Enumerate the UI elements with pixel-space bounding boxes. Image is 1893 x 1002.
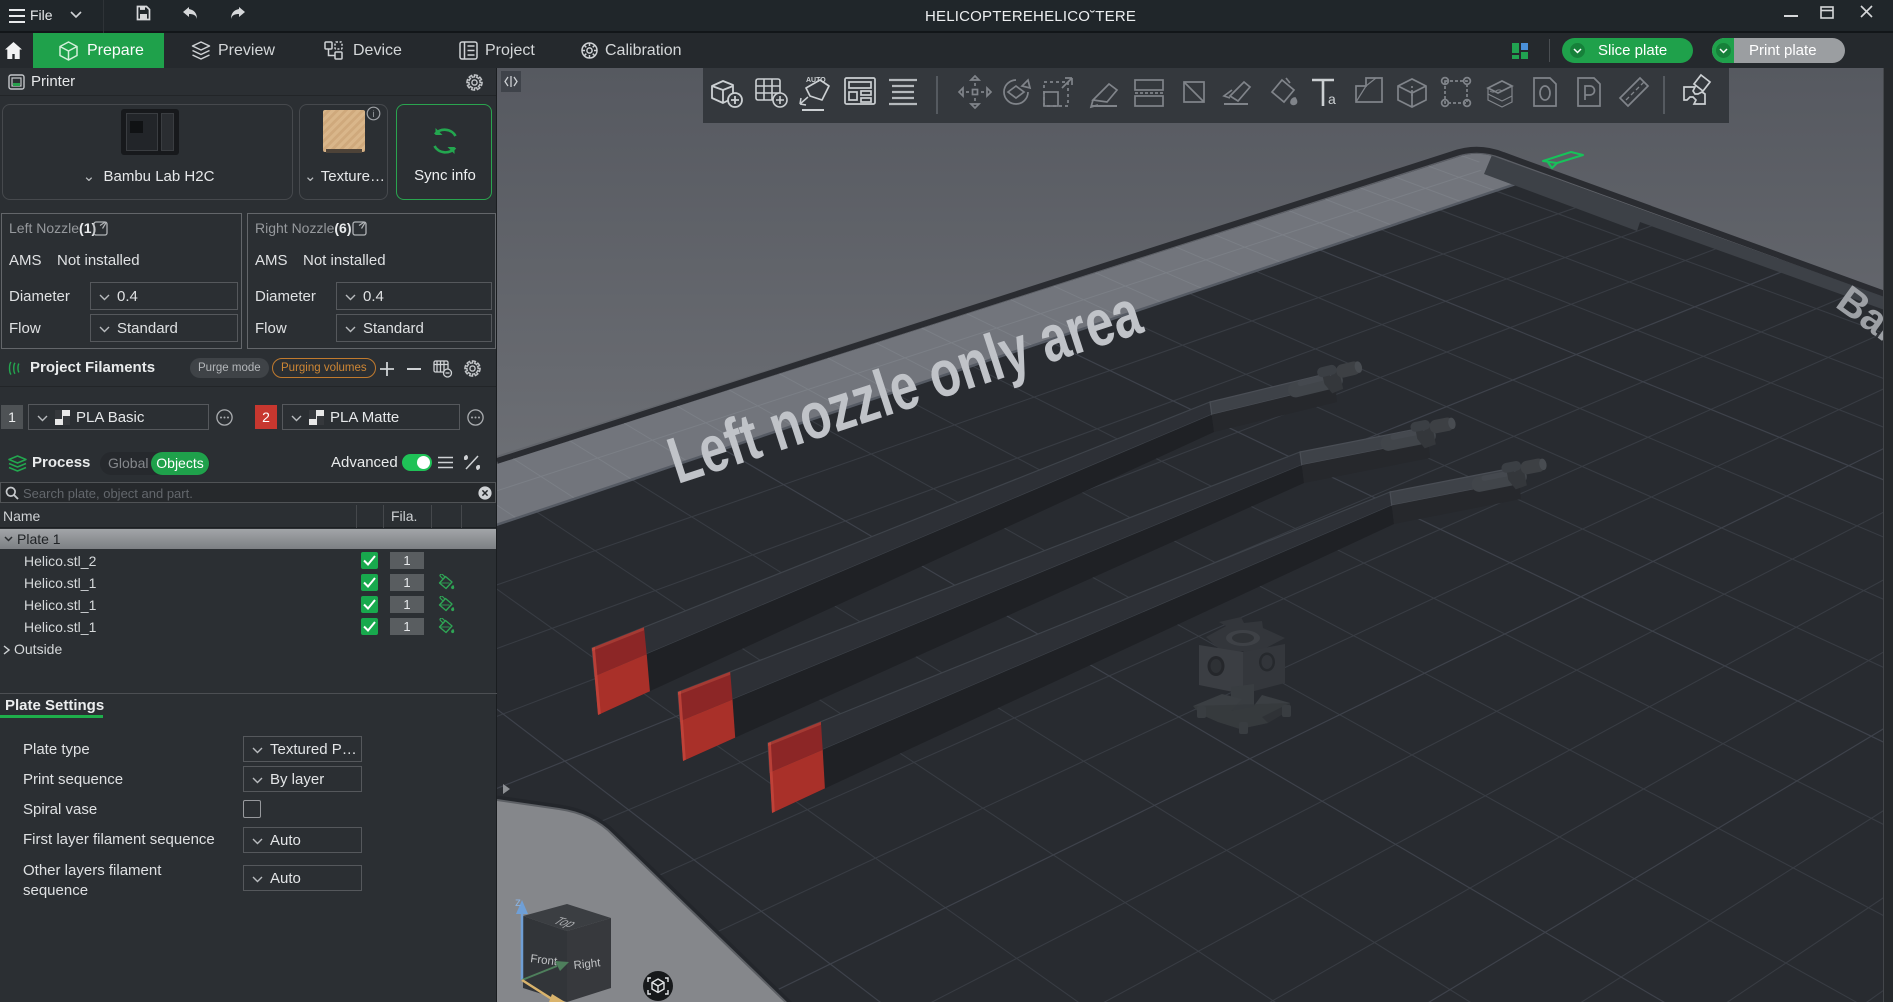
svg-text:i: i (373, 109, 375, 119)
svg-text:AUTO: AUTO (806, 77, 826, 84)
svg-text:a: a (1328, 91, 1336, 107)
svg-text:z: z (515, 895, 521, 909)
